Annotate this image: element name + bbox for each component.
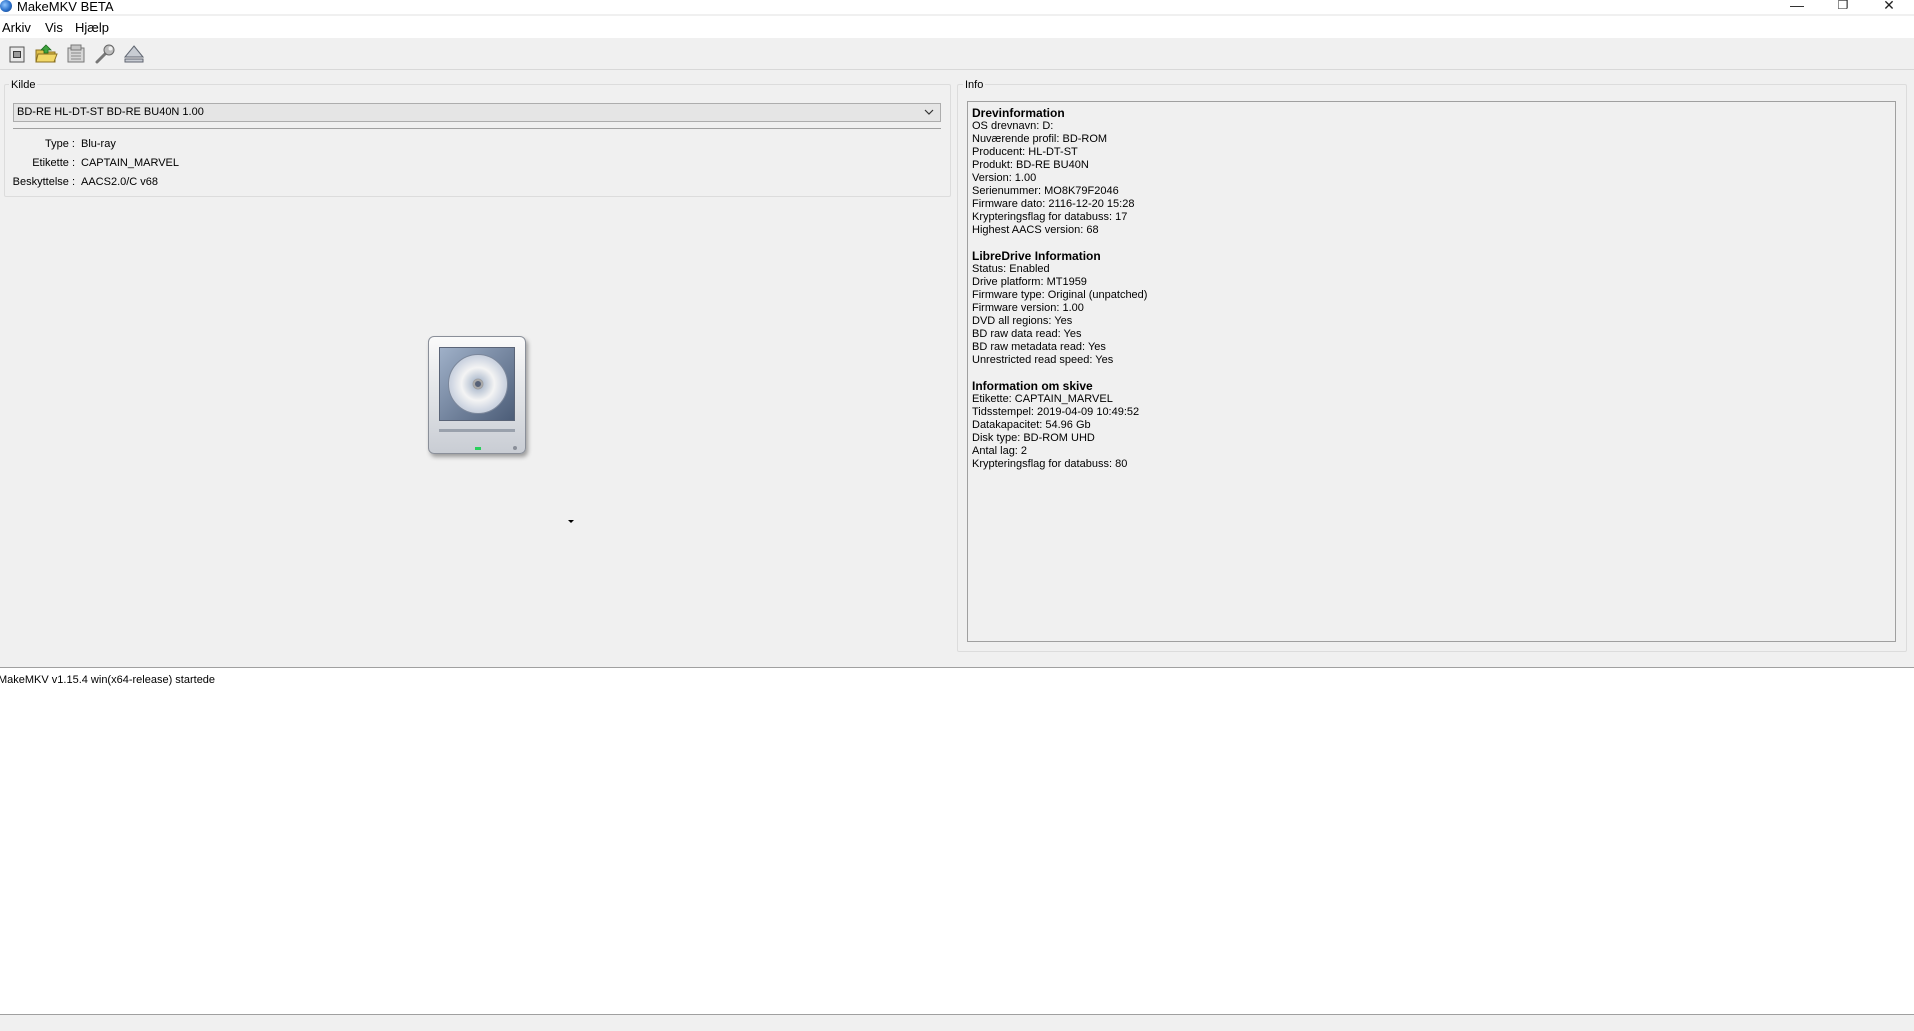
label-label: Etikette : bbox=[32, 157, 75, 169]
restore-button[interactable]: ❐ bbox=[1820, 0, 1866, 14]
info-content: Drevinformation OS drevnavn: D: Nuværend… bbox=[972, 107, 1147, 484]
drive-info-section: Drevinformation OS drevnavn: D: Nuværend… bbox=[972, 107, 1147, 237]
drive-button-dot bbox=[513, 446, 517, 450]
status-bar bbox=[0, 1016, 1914, 1031]
libredrive-info-section: LibreDrive Information Status: Enabled D… bbox=[972, 250, 1147, 367]
backup-icon[interactable] bbox=[64, 42, 88, 66]
label-value: CAPTAIN_MARVEL bbox=[81, 157, 180, 169]
makemkv-app-icon bbox=[0, 0, 12, 12]
source-separator bbox=[13, 128, 941, 129]
title-bar: MakeMKV BETA — ❐ ✕ bbox=[0, 0, 1914, 14]
section-heading: Information om skive bbox=[972, 379, 1093, 393]
info-line: Unrestricted read speed: Yes bbox=[972, 354, 1114, 366]
menu-vis[interactable]: Vis bbox=[45, 20, 63, 35]
close-button[interactable]: ✕ bbox=[1866, 0, 1912, 14]
info-line: Krypteringsflag for databuss: 80 bbox=[972, 458, 1128, 470]
drive-screen bbox=[439, 347, 515, 421]
info-line: Serienummer: MO8K79F2046 bbox=[972, 185, 1119, 197]
minimize-button[interactable]: — bbox=[1774, 0, 1820, 14]
drive-slot bbox=[439, 429, 515, 432]
info-line: Version: 1.00 bbox=[972, 172, 1037, 184]
section-heading: LibreDrive Information bbox=[972, 249, 1101, 263]
protection-label: Beskyttelse : bbox=[12, 176, 75, 188]
info-group-title: Info bbox=[963, 79, 986, 91]
disc-info-section: Information om skive Etikette: CAPTAIN_M… bbox=[972, 380, 1147, 471]
info-line: BD raw data read: Yes bbox=[972, 328, 1082, 340]
toolbar-separator bbox=[0, 69, 1914, 70]
drive-led bbox=[475, 447, 481, 450]
menu-bar: Arkiv Vis Hjælp bbox=[0, 16, 1914, 38]
disc-hole bbox=[473, 379, 483, 389]
toolbar bbox=[0, 38, 1914, 70]
info-line: Disk type: BD-ROM UHD bbox=[972, 432, 1095, 444]
info-line: Producent: HL-DT-ST bbox=[972, 146, 1078, 158]
protection-value: AACS2.0/C v68 bbox=[81, 176, 159, 188]
chevron-down-icon bbox=[924, 109, 934, 115]
info-line: Firmware dato: 2116-12-20 15:28 bbox=[972, 198, 1135, 210]
drive-select-value: BD-RE HL-DT-ST BD-RE BU40N 1.00 bbox=[17, 106, 204, 118]
info-line: Status: Enabled bbox=[972, 263, 1050, 275]
info-line: Nuværende profil: BD-ROM bbox=[972, 133, 1108, 145]
bluray-drive-button[interactable] bbox=[428, 336, 526, 454]
log-line: MakeMKV v1.15.4 win(x64-release) started… bbox=[0, 674, 216, 686]
info-line: BD raw metadata read: Yes bbox=[972, 341, 1106, 353]
settings-wrench-icon[interactable] bbox=[93, 42, 117, 66]
open-folder-icon[interactable] bbox=[34, 42, 58, 66]
menu-arkiv[interactable]: Arkiv bbox=[2, 20, 31, 35]
info-panel: Drevinformation OS drevnavn: D: Nuværend… bbox=[967, 101, 1896, 642]
info-line: Tidsstempel: 2019-04-09 10:49:52 bbox=[972, 406, 1140, 418]
info-line: Krypteringsflag for databuss: 17 bbox=[972, 211, 1128, 223]
source-group-title: Kilde bbox=[9, 79, 38, 91]
window-title: MakeMKV BETA bbox=[17, 0, 114, 14]
menu-hjaelp[interactable]: Hjælp bbox=[75, 20, 109, 35]
type-value: Blu-ray bbox=[81, 138, 116, 150]
eject-icon[interactable] bbox=[122, 42, 146, 66]
small-dropdown-arrow-icon[interactable] bbox=[568, 520, 574, 523]
section-heading: Drevinformation bbox=[972, 106, 1065, 120]
info-line: Antal lag: 2 bbox=[972, 445, 1028, 457]
info-line: Datakapacitet: 54.96 Gb bbox=[972, 419, 1091, 431]
type-label: Type : bbox=[45, 138, 75, 150]
info-line: DVD all regions: Yes bbox=[972, 315, 1073, 327]
info-line: Etikette: CAPTAIN_MARVEL bbox=[972, 393, 1113, 405]
info-line: Drive platform: MT1959 bbox=[972, 276, 1087, 288]
info-line: Firmware type: Original (unpatched) bbox=[972, 289, 1148, 301]
info-line: Highest AACS version: 68 bbox=[972, 224, 1099, 236]
log-output[interactable]: MakeMKV v1.15.4 win(x64-release) started… bbox=[0, 667, 1914, 1015]
info-line: OS drevnavn: D: bbox=[972, 120, 1054, 132]
drive-select[interactable]: BD-RE HL-DT-ST BD-RE BU40N 1.00 bbox=[13, 103, 941, 122]
info-line: Firmware version: 1.00 bbox=[972, 302, 1084, 314]
info-line: Produkt: BD-RE BU40N bbox=[972, 159, 1089, 171]
bluray-disc-icon bbox=[448, 354, 508, 414]
open-files-icon[interactable] bbox=[6, 42, 30, 66]
